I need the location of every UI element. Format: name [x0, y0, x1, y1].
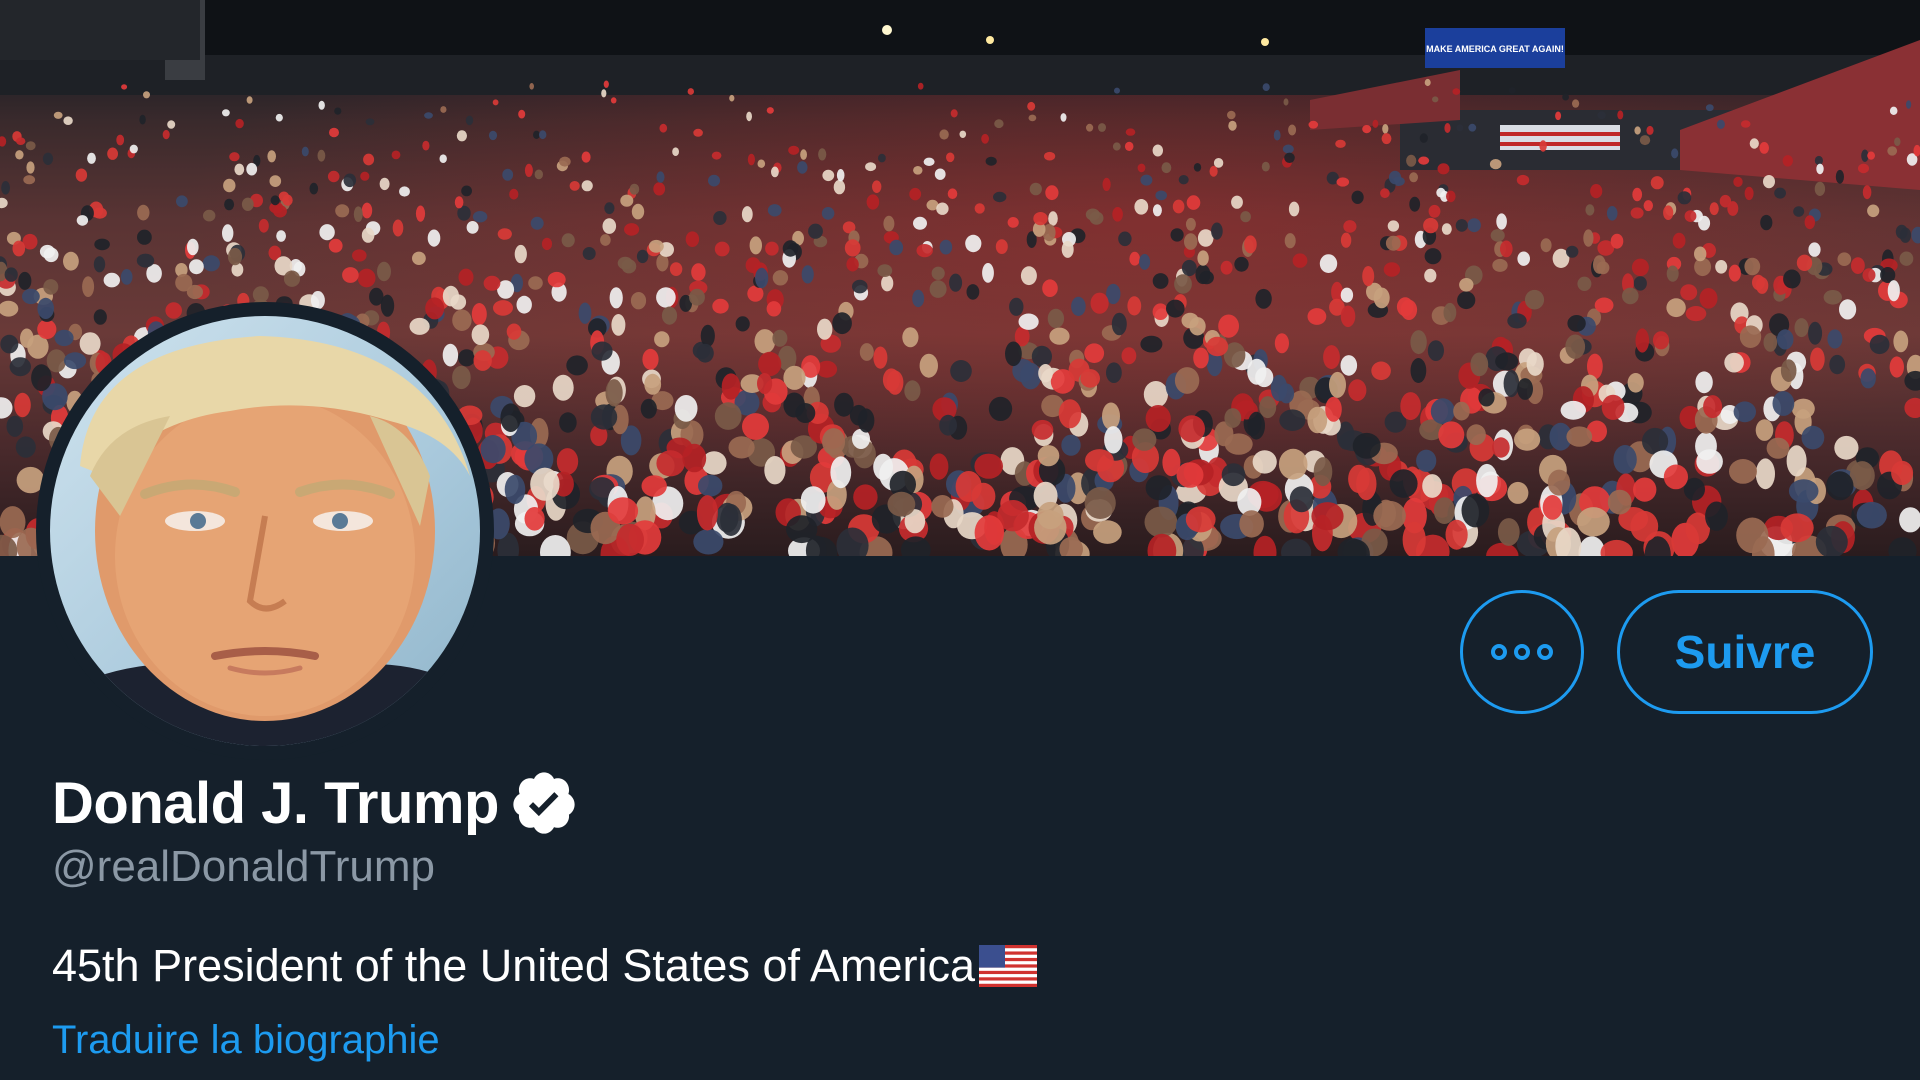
display-name-row: Donald J. Trump	[52, 768, 579, 838]
ellipsis-dot	[1514, 644, 1530, 660]
more-options-button[interactable]	[1460, 590, 1584, 714]
translate-bio-link[interactable]: Traduire la biographie	[52, 1018, 440, 1063]
portrait-photo	[50, 336, 480, 746]
us-flag-emoji	[979, 945, 1038, 987]
ellipsis-dot	[1537, 644, 1553, 660]
bio-text: 45th President of the United States of A…	[52, 940, 976, 991]
user-handle: @realDonaldTrump	[52, 842, 435, 891]
ellipsis-dot	[1491, 644, 1507, 660]
ellipsis-icon	[1491, 644, 1553, 660]
display-name: Donald J. Trump	[52, 770, 499, 836]
profile-page: MAKE AMERICA GREAT AGAIN! Suivre Donald …	[0, 0, 1920, 1080]
rally-sign-text: MAKE AMERICA GREAT AGAIN!	[1426, 44, 1564, 54]
verified-badge-icon	[513, 772, 575, 834]
bio: 45th President of the United States of A…	[52, 940, 1038, 992]
follow-button[interactable]: Suivre	[1617, 590, 1873, 714]
profile-avatar[interactable]	[50, 316, 480, 746]
